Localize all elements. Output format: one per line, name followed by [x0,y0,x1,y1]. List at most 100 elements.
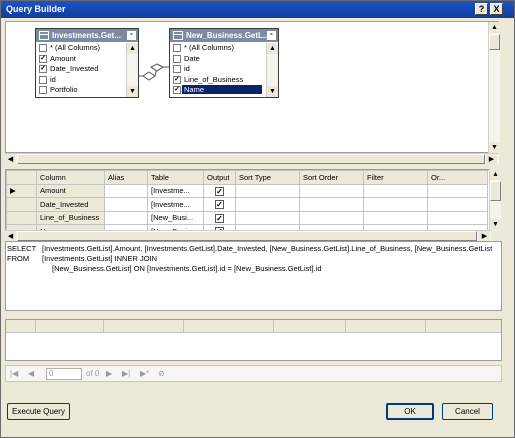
grid-cell-sort-order[interactable] [299,210,364,225]
grid-vertical-scrollbar[interactable]: ▲ ▼ [489,169,501,231]
grid-cell-table[interactable]: [Investme... [147,197,204,212]
cancel-button[interactable]: Cancel [442,403,493,420]
grid-cell-output[interactable]: ✓ [203,210,236,225]
column-checkbox[interactable]: ✓ [39,65,47,73]
grid-cell-sort-order[interactable] [299,183,364,198]
grid-row[interactable]: Line_of_Business [New_Busi... ✓ [6,210,488,225]
diagram-pane[interactable]: Investments.Get... - * (All Columns) ✓ Amo… [5,21,500,154]
table-box-scrollbar[interactable]: ▲ ▼ [266,43,278,97]
first-record-icon[interactable]: |◀ [10,369,18,378]
scroll-down-arrow-icon[interactable]: ▼ [490,219,501,230]
scroll-thumb[interactable] [490,181,501,201]
column-checkbox[interactable] [173,54,181,63]
column-checkbox[interactable]: ✓ [173,86,181,94]
grid-cell-or[interactable] [427,183,488,198]
table-box-new-business[interactable]: New_Business.GetL... - * (All Columns) Da… [169,28,279,98]
diagram-vertical-scrollbar[interactable]: ▲ ▼ [488,22,500,154]
ok-button[interactable]: OK [386,403,434,420]
results-pane[interactable] [5,319,502,361]
scroll-up-arrow-icon[interactable]: ▲ [490,169,501,180]
table-column-item[interactable]: Date [170,54,266,65]
grid-cell-filter[interactable] [363,210,428,225]
column-checkbox[interactable] [39,86,47,94]
table-column-item[interactable]: id [170,64,266,75]
grid-column-header[interactable]: Table [147,170,204,185]
grid-cell-table[interactable]: [New_Busi... [147,210,204,225]
grid-cell-column[interactable]: Date_Invested [36,197,105,212]
table-box-header[interactable]: New_Business.GetL... - [170,29,278,42]
grid-cell-alias[interactable] [104,197,148,212]
previous-record-icon[interactable]: ◀ [28,369,34,378]
scroll-thumb[interactable] [17,154,485,164]
grid-cell-sort-type[interactable] [235,197,300,212]
new-record-icon[interactable]: ▶* [140,369,149,378]
scroll-right-arrow-icon[interactable]: ▶ [486,154,497,165]
grid-cell-or[interactable] [427,197,488,212]
column-checkbox[interactable] [173,44,181,52]
grid-cell-table[interactable]: [Investme... [147,183,204,198]
table-column-item[interactable]: ✓ Date_Invested [36,64,126,75]
grid-column-header[interactable]: Sort Order [299,170,364,185]
grid-cell-filter[interactable] [363,183,428,198]
scroll-left-arrow-icon[interactable]: ◀ [5,154,16,165]
grid-column-header[interactable]: Column [36,170,105,185]
table-column-item[interactable]: * (All Columns) [36,43,126,54]
page-number-input[interactable]: 0 [46,368,82,380]
scroll-up-arrow-icon[interactable]: ▲ [127,43,138,54]
close-button[interactable]: X [490,3,503,15]
execute-query-button[interactable]: Execute Query [7,403,70,420]
scroll-down-arrow-icon[interactable]: ▼ [267,86,278,97]
row-header[interactable] [6,210,37,225]
grid-cell-output[interactable]: ✓ [203,197,236,212]
column-checkbox[interactable]: ✓ [173,75,181,84]
grid-row[interactable]: ▶ Amount [Investme... ✓ [6,183,488,198]
scroll-down-arrow-icon[interactable]: ▼ [127,86,138,97]
row-header[interactable]: ▶ [6,183,37,198]
grid-cell-alias[interactable] [104,183,148,198]
grid-column-header[interactable]: Filter [363,170,428,185]
scroll-thumb[interactable] [17,231,477,241]
grid-cell-column[interactable]: Line_of_Business [36,210,105,225]
table-column-item[interactable]: * (All Columns) [170,43,266,54]
grid-cell-sort-type[interactable] [235,183,300,198]
grid-column-header[interactable]: Alias [104,170,148,185]
table-box-scrollbar[interactable]: ▲ ▼ [126,43,138,97]
sql-pane[interactable]: SELECT [Investments.GetList].Amount, [In… [5,241,502,311]
stop-icon[interactable]: ⊘ [158,369,165,378]
grid-column-header[interactable]: Output [203,170,236,185]
row-header[interactable] [6,197,37,212]
output-checkbox[interactable]: ✓ [215,213,224,223]
scroll-down-arrow-icon[interactable]: ▼ [489,142,500,153]
column-checkbox[interactable] [39,44,47,52]
minimize-icon[interactable]: - [267,30,276,40]
scroll-up-arrow-icon[interactable]: ▲ [489,22,500,33]
grid-cell-or[interactable] [427,210,488,225]
table-column-item[interactable]: ✓ Line_of_Business [170,75,266,86]
grid-cell-filter[interactable] [363,197,428,212]
column-checkbox[interactable] [173,65,181,73]
help-button[interactable]: ? [475,3,488,15]
diagram-horizontal-scrollbar[interactable]: ◀ ▶ [5,153,499,165]
table-box-header[interactable]: Investments.Get... - [36,29,138,42]
grid-cell-sort-type[interactable] [235,210,300,225]
table-column-item[interactable]: id [36,75,126,86]
grid-cell-sort-order[interactable] [299,197,364,212]
grid-row[interactable]: Date_Invested [Investme... ✓ [6,197,488,212]
table-column-item[interactable]: ✓ Name [170,85,266,96]
grid-cell-column[interactable]: Amount [36,183,105,198]
column-checkbox[interactable]: ✓ [39,54,47,63]
minimize-icon[interactable]: - [127,30,136,40]
table-box-investments[interactable]: Investments.Get... - * (All Columns) ✓ Amo… [35,28,139,98]
grid-horizontal-scrollbar[interactable]: ◀ ▶ [5,230,491,242]
column-checkbox[interactable] [39,75,47,84]
table-column-item[interactable]: ✓ Amount [36,54,126,65]
grid-column-header[interactable]: Or... [427,170,488,185]
scroll-up-arrow-icon[interactable]: ▲ [267,43,278,54]
scroll-thumb[interactable] [489,34,500,50]
grid-cell-output[interactable]: ✓ [203,183,236,198]
output-checkbox[interactable]: ✓ [215,186,224,196]
criteria-grid[interactable]: Column Alias Table Output Sort Type Sort Orde… [5,169,491,231]
grid-cell-alias[interactable] [104,210,148,225]
output-checkbox[interactable]: ✓ [215,200,224,209]
grid-column-header[interactable]: Sort Type [235,170,300,185]
